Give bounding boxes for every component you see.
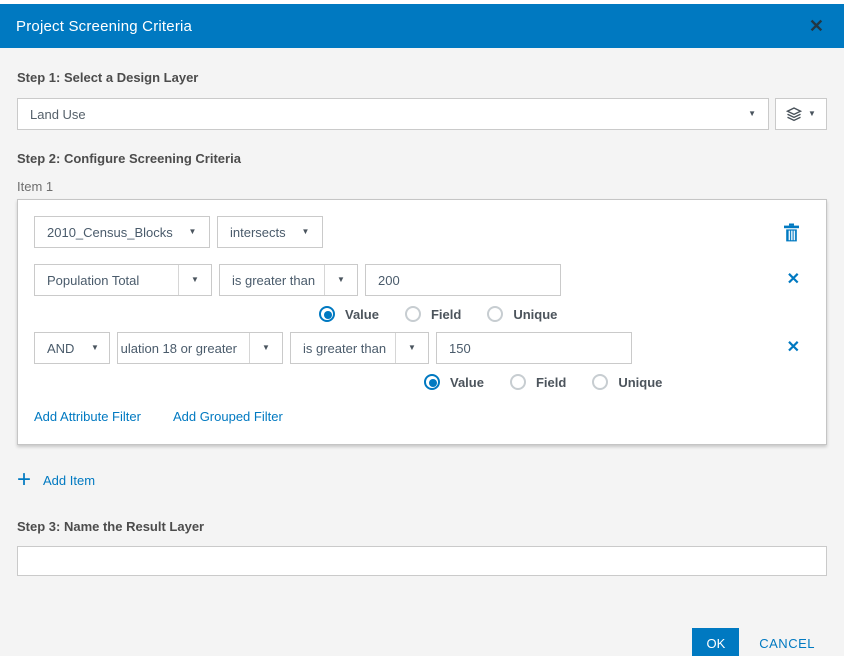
design-layer-select[interactable]: Land Use ▼ bbox=[17, 98, 769, 130]
radio-value[interactable]: Value bbox=[424, 374, 484, 390]
chevron-down-icon: ▼ bbox=[808, 110, 816, 118]
filter1-operator-select[interactable]: is greater than ▼ bbox=[219, 264, 358, 296]
result-layer-name-input[interactable] bbox=[17, 546, 827, 576]
step1-label: Step 1: Select a Design Layer bbox=[17, 70, 827, 85]
radio-unselected-icon bbox=[510, 374, 526, 390]
filter1-value-input[interactable] bbox=[365, 264, 561, 296]
radio-unselected-icon bbox=[487, 306, 503, 322]
radio-value[interactable]: Value bbox=[319, 306, 379, 322]
close-icon[interactable]: ✕ bbox=[805, 15, 828, 37]
cancel-button[interactable]: CANCEL bbox=[759, 636, 815, 651]
filter1-field-select[interactable]: Population Total ▼ bbox=[34, 264, 212, 296]
radio-selected-icon bbox=[424, 374, 440, 390]
filter2-conjunction-select[interactable]: AND ▼ bbox=[34, 332, 110, 364]
layers-icon bbox=[786, 107, 802, 122]
add-grouped-filter-link[interactable]: Add Grouped Filter bbox=[173, 409, 283, 424]
remove-filter-icon[interactable]: ✕ bbox=[787, 272, 800, 288]
filter-links-row: Add Attribute Filter Add Grouped Filter bbox=[34, 409, 810, 424]
filter2-value-type-group: Value Field Unique bbox=[424, 374, 810, 390]
radio-unique[interactable]: Unique bbox=[487, 306, 557, 322]
filter2-value-input[interactable] bbox=[436, 332, 632, 364]
step3-label: Step 3: Name the Result Layer bbox=[17, 519, 827, 534]
radio-field-label: Field bbox=[431, 307, 461, 322]
dialog-footer: OK CANCEL bbox=[17, 628, 827, 659]
radio-unselected-icon bbox=[405, 306, 421, 322]
plus-icon: + bbox=[17, 471, 31, 489]
filter2-operator-select[interactable]: is greater than ▼ bbox=[290, 332, 429, 364]
add-item-link[interactable]: Add Item bbox=[43, 473, 95, 488]
filter2-operator-value: is greater than bbox=[291, 333, 395, 363]
screening-item-box: 2010_Census_Blocks ▼ intersects ▼ bbox=[17, 199, 827, 445]
radio-value-label: Value bbox=[450, 375, 484, 390]
step2-label: Step 2: Configure Screening Criteria bbox=[17, 151, 827, 166]
radio-unique-label: Unique bbox=[513, 307, 557, 322]
chevron-down-icon: ▼ bbox=[289, 217, 322, 247]
chevron-down-icon: ▼ bbox=[178, 265, 211, 295]
dialog-body: Step 1: Select a Design Layer Land Use ▼… bbox=[0, 70, 844, 659]
filter2-field-value: ulation 18 or greater bbox=[118, 333, 249, 363]
attribute-filter-row: AND ▼ ulation 18 or greater ▼ is greater… bbox=[34, 332, 810, 364]
filter1-value-type-group: Value Field Unique bbox=[319, 306, 810, 322]
project-screening-criteria-dialog: Project Screening Criteria ✕ Step 1: Sel… bbox=[0, 0, 844, 666]
ok-button[interactable]: OK bbox=[692, 628, 739, 659]
radio-unselected-icon bbox=[592, 374, 608, 390]
spatial-operator-select[interactable]: intersects ▼ bbox=[217, 216, 323, 248]
filter1-operator-value: is greater than bbox=[220, 265, 324, 295]
attribute-filter-row: Population Total ▼ is greater than ▼ ✕ bbox=[34, 264, 810, 296]
radio-field[interactable]: Field bbox=[510, 374, 566, 390]
radio-value-label: Value bbox=[345, 307, 379, 322]
chevron-down-icon: ▼ bbox=[748, 110, 756, 118]
item-label: Item 1 bbox=[17, 179, 827, 194]
radio-unique[interactable]: Unique bbox=[592, 374, 662, 390]
filter2-field-select[interactable]: ulation 18 or greater ▼ bbox=[117, 332, 283, 364]
radio-field-label: Field bbox=[536, 375, 566, 390]
dialog-title: Project Screening Criteria bbox=[16, 18, 192, 35]
filter2-conjunction-value: AND bbox=[35, 333, 81, 363]
chevron-down-icon: ▼ bbox=[249, 333, 282, 363]
item-layer-value: 2010_Census_Blocks bbox=[35, 217, 176, 247]
spatial-operator-value: intersects bbox=[218, 217, 289, 247]
item-layer-select[interactable]: 2010_Census_Blocks ▼ bbox=[34, 216, 210, 248]
remove-filter-icon[interactable]: ✕ bbox=[787, 340, 800, 356]
step1-layer-row: Land Use ▼ ▼ bbox=[17, 98, 827, 130]
trash-icon[interactable] bbox=[783, 223, 800, 242]
filter1-field-value: Population Total bbox=[35, 265, 178, 295]
dialog-header: Project Screening Criteria ✕ bbox=[0, 4, 844, 48]
radio-selected-icon bbox=[319, 306, 335, 322]
chevron-down-icon: ▼ bbox=[176, 217, 209, 247]
chevron-down-icon: ▼ bbox=[395, 333, 428, 363]
radio-unique-label: Unique bbox=[618, 375, 662, 390]
layer-options-button[interactable]: ▼ bbox=[775, 98, 827, 130]
radio-field[interactable]: Field bbox=[405, 306, 461, 322]
design-layer-value: Land Use bbox=[30, 107, 86, 122]
add-item-row[interactable]: + Add Item bbox=[17, 471, 827, 489]
layer-operator-row: 2010_Census_Blocks ▼ intersects ▼ bbox=[34, 216, 810, 248]
chevron-down-icon: ▼ bbox=[324, 265, 357, 295]
add-attribute-filter-link[interactable]: Add Attribute Filter bbox=[34, 409, 141, 424]
chevron-down-icon: ▼ bbox=[81, 333, 109, 363]
